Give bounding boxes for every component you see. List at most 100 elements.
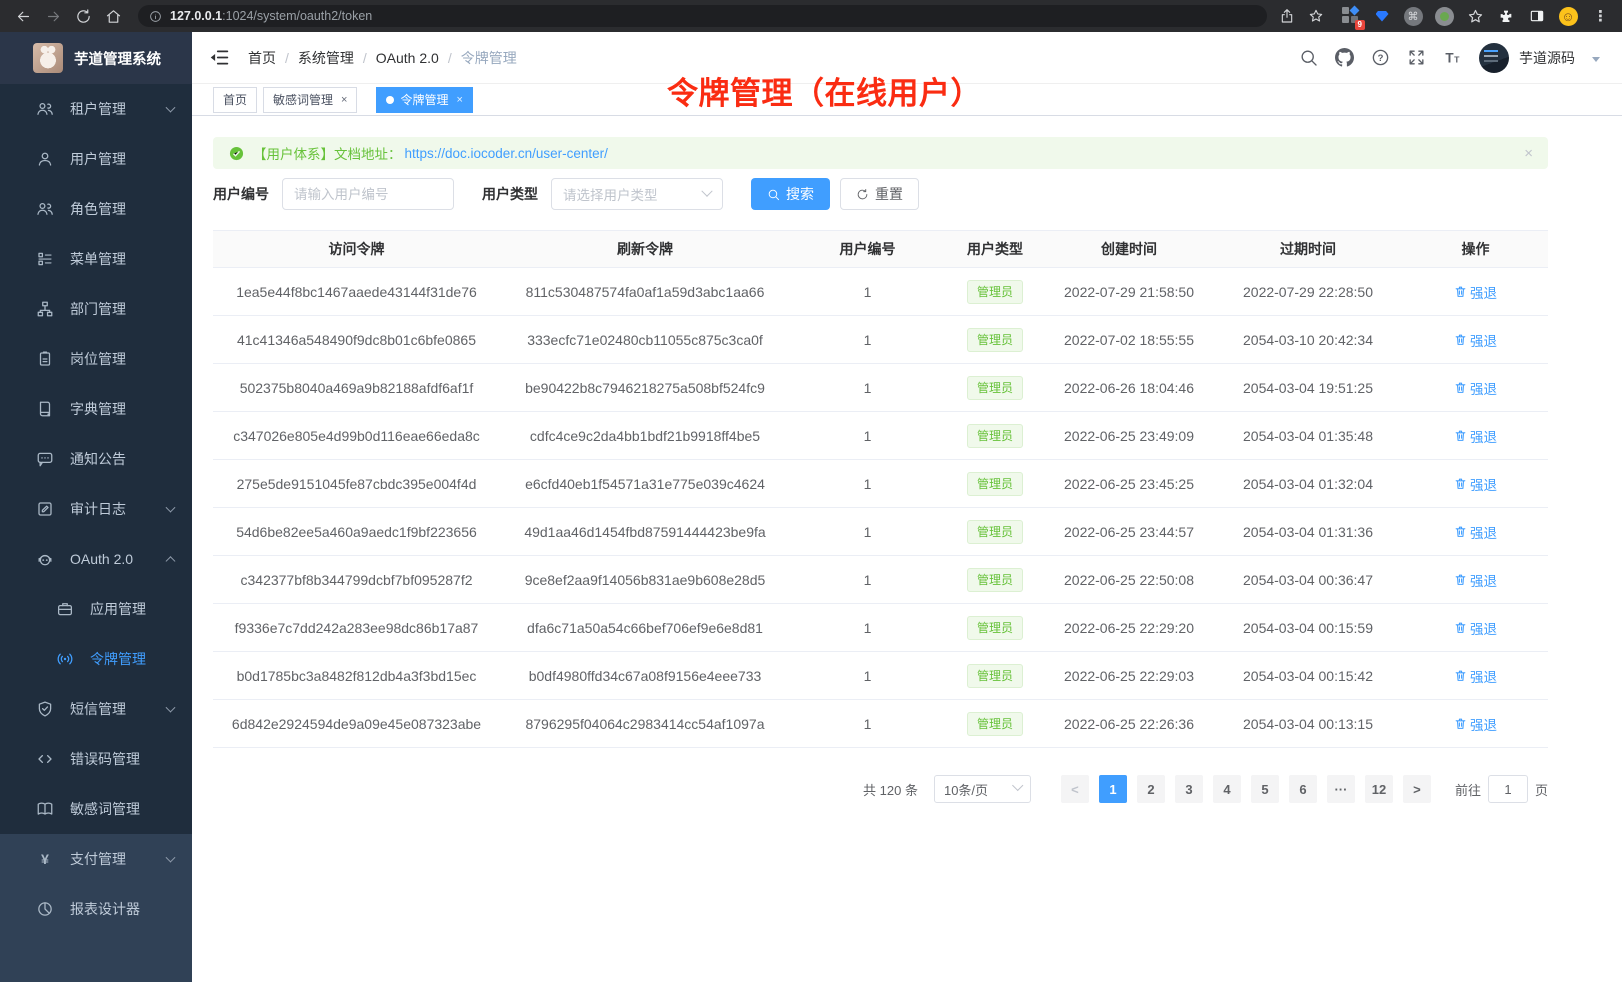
force-logout-button[interactable]: 强退 [1454,426,1497,446]
user-id-cell: 1 [790,460,945,508]
bookmark-star-icon[interactable] [1308,8,1324,24]
sidebar-item-oauth2[interactable]: OAuth 2.0 [0,534,192,584]
sidebar-item-oauth2-app[interactable]: 应用管理 [0,584,192,634]
page-button-1[interactable]: 1 [1099,775,1127,803]
force-logout-button[interactable]: 强退 [1454,378,1497,398]
split-screen-icon[interactable] [1527,6,1547,26]
sidebar-item-label: 应用管理 [90,599,146,619]
reset-button[interactable]: 重置 [840,178,919,210]
sidebar-item-dict[interactable]: 字典管理 [0,384,192,434]
sidebar-item-post[interactable]: 岗位管理 [0,334,192,384]
breadcrumb-item[interactable]: 系统管理 [298,48,354,68]
gem-extension-icon[interactable] [1372,6,1392,26]
emoji-extension-icon[interactable]: ☺ [1558,6,1578,26]
sidebar-item-error-code[interactable]: 错误码管理 [0,734,192,784]
share-icon[interactable] [1279,8,1295,24]
created-time-cell: 2022-06-25 22:26:36 [1045,700,1213,748]
sidebar-item-report-designer[interactable]: 报表设计器 [0,884,192,934]
page-size-select[interactable]: 10条/页 [934,775,1031,803]
page-button-2[interactable]: 2 [1137,775,1165,803]
page-button-12[interactable]: 12 [1365,775,1393,803]
font-size-icon[interactable] [1443,48,1462,67]
record-extension-icon[interactable] [1434,6,1454,26]
access-token-cell: c347026e805e4d99b0d116eae66eda8c [213,412,500,460]
sidebar-item-audit-log[interactable]: 审计日志 [0,484,192,534]
app-logo[interactable]: 芋道管理系统 [0,32,192,84]
github-icon[interactable] [1335,48,1354,67]
tab-token[interactable]: 令牌管理 × [376,87,472,113]
pager-ellipsis[interactable]: ··· [1327,775,1355,803]
user-id-input[interactable] [294,187,442,202]
msg-icon [36,450,54,468]
fullscreen-icon[interactable] [1407,48,1426,67]
user-id-cell: 1 [790,364,945,412]
browser-menu-icon[interactable]: ⋮ [1591,7,1610,25]
next-page-button[interactable]: > [1403,775,1431,803]
address-bar[interactable]: 127.0.0.1:1024/system/oauth2/token [138,5,1267,27]
user-id-field[interactable] [282,178,454,210]
sidebar-item-label: 错误码管理 [70,749,140,769]
browser-home-icon[interactable] [100,3,126,29]
breadcrumb-item[interactable]: 首页 [248,48,276,68]
user-type-badge: 管理员 [967,520,1023,544]
sidebar-collapse-icon[interactable] [209,47,231,69]
force-logout-button[interactable]: 强退 [1454,666,1497,686]
sidebar-menu: 租户管理 用户管理 角色管理 菜单管理 部门管理 岗位管理 字典管理 [0,84,192,982]
breadcrumb: 首页/系统管理/OAuth 2.0/令牌管理 [248,48,517,68]
page-button-6[interactable]: 6 [1289,775,1317,803]
site-info-icon[interactable] [149,10,162,23]
sidebar-item-sensitive-word[interactable]: 敏感词管理 [0,784,192,834]
token-table: 访问令牌刷新令牌用户编号用户类型创建时间过期时间操作 1ea5e44f8bc14… [213,230,1548,748]
force-logout-button[interactable]: 强退 [1454,618,1497,638]
tab-sensitive-word[interactable]: 敏感词管理 × [263,87,357,113]
user-type-badge: 管理员 [967,280,1023,304]
star-extension-icon[interactable] [1465,6,1485,26]
command-extension-icon[interactable]: ⌘ [1403,6,1423,26]
grid-extension-icon[interactable]: 9 [1341,6,1361,26]
sidebar-item-dept[interactable]: 部门管理 [0,284,192,334]
user-id-cell: 1 [790,508,945,556]
search-icon [767,188,780,201]
username[interactable]: 芋道源码 [1519,48,1575,68]
sidebar-item-menu[interactable]: 菜单管理 [0,234,192,284]
prev-page-button[interactable]: < [1061,775,1089,803]
sidebar-item-pay[interactable]: 支付管理 [0,834,192,884]
user-type-badge: 管理员 [967,568,1023,592]
tab-close-icon[interactable]: × [341,94,347,106]
sidebar-item-notice[interactable]: 通知公告 [0,434,192,484]
force-logout-button[interactable]: 强退 [1454,474,1497,494]
force-logout-button[interactable]: 强退 [1454,714,1497,734]
breadcrumb-item[interactable]: OAuth 2.0 [376,50,439,66]
page-button-4[interactable]: 4 [1213,775,1241,803]
chevron-down-icon[interactable] [1592,57,1600,62]
user-type-select[interactable]: 请选择用户类型 [551,178,723,210]
force-logout-button[interactable]: 强退 [1454,570,1497,590]
force-logout-button[interactable]: 强退 [1454,330,1497,350]
browser-back-icon[interactable] [10,3,36,29]
search-icon[interactable] [1299,48,1318,67]
puzzle-extension-icon[interactable] [1496,6,1516,26]
sidebar-item-label: 报表设计器 [70,899,140,919]
tab-home[interactable]: 首页 [213,87,257,113]
menu-icon [36,250,54,268]
sidebar-item-role[interactable]: 角色管理 [0,184,192,234]
avatar[interactable] [1479,43,1509,73]
alert-close-icon[interactable]: × [1524,146,1533,161]
force-logout-button[interactable]: 强退 [1454,282,1497,302]
sidebar-item-oauth2-token[interactable]: 令牌管理 [0,634,192,684]
tab-close-icon[interactable]: × [456,94,462,106]
page-button-3[interactable]: 3 [1175,775,1203,803]
page-button-5[interactable]: 5 [1251,775,1279,803]
expire-time-cell: 2054-03-04 00:36:47 [1213,556,1403,604]
sidebar-item-tenant[interactable]: 租户管理 [0,84,192,134]
breadcrumb-item: 令牌管理 [461,48,517,68]
force-logout-button[interactable]: 强退 [1454,522,1497,542]
doc-link[interactable]: https://doc.iocoder.cn/user-center/ [405,146,608,161]
browser-reload-icon[interactable] [70,3,96,29]
search-button[interactable]: 搜索 [751,178,830,210]
help-icon[interactable] [1371,48,1390,67]
browser-forward-icon[interactable] [40,3,66,29]
sidebar-item-sms[interactable]: 短信管理 [0,684,192,734]
goto-page-input[interactable] [1488,775,1528,803]
sidebar-item-user[interactable]: 用户管理 [0,134,192,184]
